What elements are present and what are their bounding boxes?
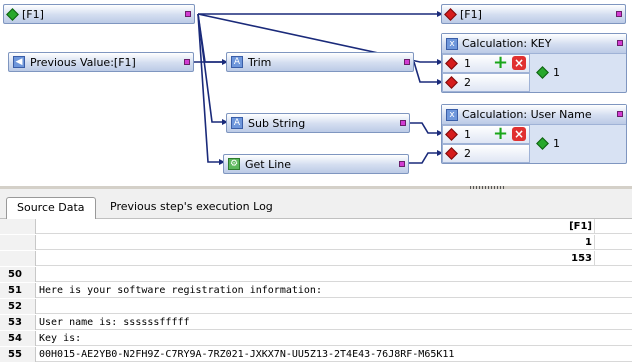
output-port[interactable]	[185, 11, 191, 17]
header-stub	[594, 219, 632, 234]
row-text: 00H015-AE2YB0-N2FH9Z-C7RY9A-7RZ021-JXKX7…	[39, 349, 455, 360]
source-data-grid[interactable]: [F1] 1 153 50 51 Here is your software r…	[0, 219, 632, 364]
table-row[interactable]: 52	[0, 299, 632, 314]
calc-key-input-2[interactable]: 2	[442, 73, 530, 92]
calc-key-header: x Calculation: KEY	[442, 34, 626, 54]
input-number: 2	[464, 76, 471, 89]
calc-key-node[interactable]: x Calculation: KEY 1 2 + × 1	[441, 33, 627, 93]
row-text: User name is: ssssssfffff	[39, 317, 190, 328]
header-row: 1	[0, 235, 632, 250]
red-diamond-icon	[445, 147, 458, 160]
calc-username-input-2[interactable]: 2	[442, 144, 530, 163]
row-number: 53	[0, 315, 36, 330]
getline-icon: ⚙	[228, 158, 240, 170]
calc-key-output[interactable]: 1	[536, 66, 560, 79]
tab-source-data[interactable]: Source Data	[6, 197, 96, 220]
node-previous-value[interactable]: ◀ Previous Value:[F1]	[8, 52, 194, 72]
tab-execution-log[interactable]: Previous step's execution Log	[100, 197, 283, 219]
calc-username-node[interactable]: x Calculation: User Name 1 2 + × 1	[441, 104, 627, 164]
row-number: 51	[0, 283, 36, 298]
calc-title: Calculation: KEY	[462, 37, 552, 50]
calc-title: Calculation: User Name	[462, 108, 592, 121]
header-row: 153	[0, 251, 632, 266]
calc-username-header: x Calculation: User Name	[442, 105, 626, 125]
row-number: 54	[0, 331, 36, 346]
node-f1-output[interactable]: [F1]	[441, 4, 626, 24]
green-diamond-icon	[6, 7, 19, 21]
table-row[interactable]: 51 Here is your software registration in…	[0, 283, 632, 298]
node-label: Trim	[248, 55, 272, 69]
node-f1-source[interactable]: [F1]	[3, 4, 195, 24]
red-diamond-icon	[445, 76, 458, 89]
red-diamond-icon	[445, 128, 458, 141]
column-header-index: 1	[585, 237, 592, 248]
input-port[interactable]	[616, 11, 622, 17]
output-port[interactable]	[400, 120, 406, 126]
previous-value-icon: ◀	[13, 56, 25, 68]
calc-port[interactable]	[617, 111, 623, 117]
output-port[interactable]	[404, 59, 410, 65]
wire-f1-to-trim	[197, 13, 225, 63]
mapping-canvas[interactable]: [F1] ◀ Previous Value:[F1] A Trim A Sub …	[0, 0, 632, 186]
node-get-line[interactable]: ⚙ Get Line	[223, 154, 409, 174]
output-port[interactable]	[184, 59, 190, 65]
header-stub	[594, 251, 632, 266]
row-number: 55	[0, 347, 36, 362]
red-diamond-icon	[445, 57, 458, 70]
calculation-icon: x	[446, 108, 458, 121]
row-header-blank	[0, 235, 36, 250]
bottom-tab-bar: Source Data Previous step's execution Lo…	[0, 189, 632, 220]
node-label: [F1]	[460, 7, 482, 21]
add-input-icon[interactable]: +	[493, 125, 508, 143]
output-number: 1	[553, 137, 560, 150]
row-header-blank	[0, 219, 36, 234]
row-text: Key is:	[39, 333, 82, 344]
input-number: 1	[464, 128, 471, 141]
table-row[interactable]: 50	[0, 267, 632, 282]
node-label: [F1]	[22, 7, 44, 21]
red-diamond-icon	[444, 7, 457, 21]
calc-username-output[interactable]: 1	[536, 137, 560, 150]
green-diamond-icon	[536, 66, 549, 79]
row-number: 52	[0, 299, 36, 314]
green-diamond-icon	[536, 137, 549, 150]
output-number: 1	[553, 66, 560, 79]
remove-input-icon[interactable]: ×	[512, 127, 526, 141]
node-sub-string[interactable]: A Sub String	[226, 113, 410, 133]
header-stub	[594, 235, 632, 250]
function-icon: A	[231, 56, 243, 68]
input-number: 2	[464, 147, 471, 160]
wire-substring-to-user-in1	[408, 122, 440, 134]
column-header-length: 153	[571, 253, 592, 264]
calc-port[interactable]	[617, 40, 623, 46]
function-icon: A	[231, 117, 243, 129]
wire-getline-to-user-in2	[408, 152, 440, 164]
node-label: Get Line	[245, 157, 292, 171]
table-row[interactable]: 53 User name is: ssssssfffff	[0, 315, 632, 330]
row-number: 50	[0, 267, 36, 282]
node-label: Previous Value:[F1]	[30, 55, 136, 69]
row-header-blank	[0, 251, 36, 266]
output-port[interactable]	[399, 161, 405, 167]
table-row[interactable]: 55 00H015-AE2YB0-N2FH9Z-C7RY9A-7RZ021-JX…	[0, 347, 632, 362]
header-row: [F1]	[0, 219, 632, 234]
remove-input-icon[interactable]: ×	[512, 56, 526, 70]
wire-trim-to-key-in2	[413, 61, 440, 83]
add-input-icon[interactable]: +	[493, 54, 508, 72]
row-text: Here is your software registration infor…	[39, 285, 322, 296]
input-number: 1	[464, 57, 471, 70]
table-row[interactable]: 54 Key is:	[0, 331, 632, 346]
node-trim[interactable]: A Trim	[226, 52, 414, 72]
column-header[interactable]: [F1]	[569, 219, 592, 234]
calculation-icon: x	[446, 37, 458, 50]
node-label: Sub String	[248, 116, 306, 130]
